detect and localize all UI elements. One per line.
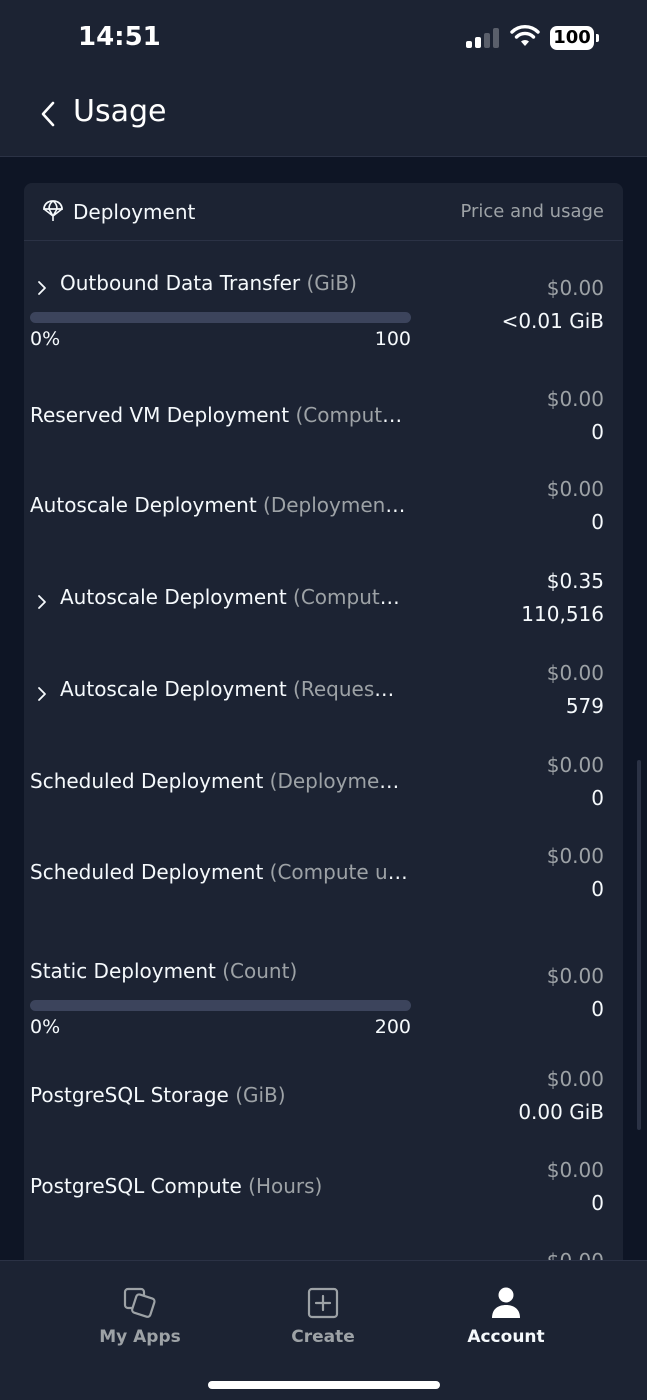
usage-price: $0.00 xyxy=(546,753,604,777)
usage-price: $0.00 xyxy=(546,964,604,988)
usage-label: PostgreSQL Storage (GiB) xyxy=(30,1083,286,1107)
usage-label: PostgreSQL Compute (Hours) xyxy=(30,1174,322,1198)
usage-row[interactable]: Autoscale Deployment (Requests) $0.00 579 xyxy=(24,657,623,747)
usage-name: Autoscale Deployment xyxy=(60,585,287,609)
card-header: Deployment Price and usage xyxy=(24,183,623,241)
usage-label: Autoscale Deployment (Requests) xyxy=(60,677,400,701)
card-right-label: Price and usage xyxy=(460,201,604,222)
usage-price: $0.00 xyxy=(546,276,604,300)
usage-quantity: 0 xyxy=(591,420,604,444)
usage-label: Static Deployment (Count) xyxy=(30,959,297,983)
usage-price: $0.00 xyxy=(546,1067,604,1091)
usage-name: Scheduled Deployment xyxy=(30,769,264,793)
usage-row: Reserved VM Deployment (Compute... $0.00 0 xyxy=(24,383,623,473)
back-button[interactable] xyxy=(28,92,68,136)
top-bar: 14:51 100 Usage xyxy=(0,0,647,157)
usage-price: $0.00 xyxy=(546,844,604,868)
usage-unit: (Hours) xyxy=(248,1174,323,1198)
usage-unit: (Requests) xyxy=(293,677,400,701)
wifi-icon xyxy=(510,24,540,52)
usage-quantity: <0.01 GiB xyxy=(501,309,604,333)
tab-account[interactable]: Account xyxy=(436,1285,576,1347)
account-icon xyxy=(436,1285,576,1321)
usage-unit: (Deployments) xyxy=(263,493,410,517)
deployment-icon xyxy=(42,199,64,227)
usage-quantity: 0 xyxy=(591,997,604,1021)
usage-row: Scheduled Deployment (Deployments) $0.00 0 xyxy=(24,749,623,839)
tab-create[interactable]: Create xyxy=(253,1285,393,1347)
usage-label: Scheduled Deployment (Deployments) xyxy=(30,769,410,793)
usage-quantity: 110,516 xyxy=(521,602,604,626)
usage-unit: (Compute units) xyxy=(269,860,410,884)
usage-name: Scheduled Deployment xyxy=(30,860,264,884)
progress-max-label: 200 xyxy=(374,1016,411,1038)
usage-name: PostgreSQL Compute xyxy=(30,1174,242,1198)
chevron-right-icon[interactable] xyxy=(34,686,50,702)
battery-indicator: 100 xyxy=(550,26,599,50)
usage-unit: (Deployments) xyxy=(269,769,410,793)
usage-unit: (GiB) xyxy=(235,1083,286,1107)
usage-name: Autoscale Deployment xyxy=(60,677,287,701)
tab-bar: My Apps Create Account xyxy=(0,1260,647,1400)
chevron-left-icon xyxy=(41,101,55,127)
card-title: Deployment xyxy=(73,200,196,224)
my-apps-icon xyxy=(70,1285,210,1321)
progress-min-label: 0% xyxy=(30,328,61,350)
usage-progress-bar xyxy=(30,312,411,323)
usage-row[interactable]: Autoscale Deployment (Compute... $0.35 110… xyxy=(24,565,623,655)
usage-unit: (GiB) xyxy=(306,271,357,295)
usage-name: Outbound Data Transfer xyxy=(60,271,301,295)
usage-label: Scheduled Deployment (Compute units) xyxy=(30,860,410,884)
tab-label: Create xyxy=(291,1327,355,1347)
usage-name: PostgreSQL Storage xyxy=(30,1083,229,1107)
usage-label: Outbound Data Transfer (GiB) xyxy=(60,271,357,295)
page-title: Usage xyxy=(73,94,167,129)
usage-quantity: 0 xyxy=(591,877,604,901)
usage-price: $0.00 xyxy=(546,477,604,501)
chevron-right-icon[interactable] xyxy=(34,594,50,610)
usage-row: Autoscale Deployment (Deployments) $0.00 0 xyxy=(24,473,623,563)
tab-label: Account xyxy=(467,1327,545,1347)
usage-price: $0.00 xyxy=(546,387,604,411)
usage-quantity: 0 xyxy=(591,510,604,534)
status-time: 14:51 xyxy=(78,22,161,52)
usage-quantity: 0 xyxy=(591,786,604,810)
usage-row[interactable]: Outbound Data Transfer (GiB) 0% 100 $0.00 <0… xyxy=(24,245,623,365)
home-indicator xyxy=(208,1381,440,1389)
usage-price: $0.00 xyxy=(546,661,604,685)
usage-row: Static Deployment (Count) 0% 200 $0.00 0 xyxy=(24,933,623,1053)
usage-row: Scheduled Deployment (Compute units) $0.0… xyxy=(24,840,623,930)
usage-unit: (Compute... xyxy=(293,585,400,609)
usage-name: Autoscale Deployment xyxy=(30,493,257,517)
scrollbar[interactable] xyxy=(637,760,641,1130)
tab-my-apps[interactable]: My Apps xyxy=(70,1285,210,1347)
usage-price: $0.00 xyxy=(546,1158,604,1182)
usage-quantity: 579 xyxy=(565,694,604,718)
deployment-usage-card: Deployment Price and usage Outbound Data… xyxy=(24,183,623,1293)
tab-label: My Apps xyxy=(99,1327,181,1347)
usage-row: PostgreSQL Storage (GiB) $0.00 0.00 GiB xyxy=(24,1063,623,1153)
usage-name: Static Deployment xyxy=(30,959,216,983)
usage-row: PostgreSQL Compute (Hours) $0.00 0 xyxy=(24,1154,623,1244)
usage-quantity: 0 xyxy=(591,1191,604,1215)
usage-progress-bar xyxy=(30,1000,411,1011)
usage-name: Reserved VM Deployment xyxy=(30,403,290,427)
progress-max-label: 100 xyxy=(374,328,411,350)
usage-unit: (Count) xyxy=(222,959,298,983)
usage-label: Reserved VM Deployment (Compute... xyxy=(30,403,410,427)
chevron-right-icon[interactable] xyxy=(34,280,50,296)
cellular-signal-icon xyxy=(466,28,500,48)
usage-label: Autoscale Deployment (Compute... xyxy=(60,585,400,609)
usage-price: $0.35 xyxy=(546,569,604,593)
create-icon xyxy=(253,1285,393,1321)
usage-unit: (Compute... xyxy=(295,403,410,427)
progress-min-label: 0% xyxy=(30,1016,61,1038)
usage-label: Autoscale Deployment (Deployments) xyxy=(30,493,410,517)
usage-quantity: 0.00 GiB xyxy=(518,1100,604,1124)
